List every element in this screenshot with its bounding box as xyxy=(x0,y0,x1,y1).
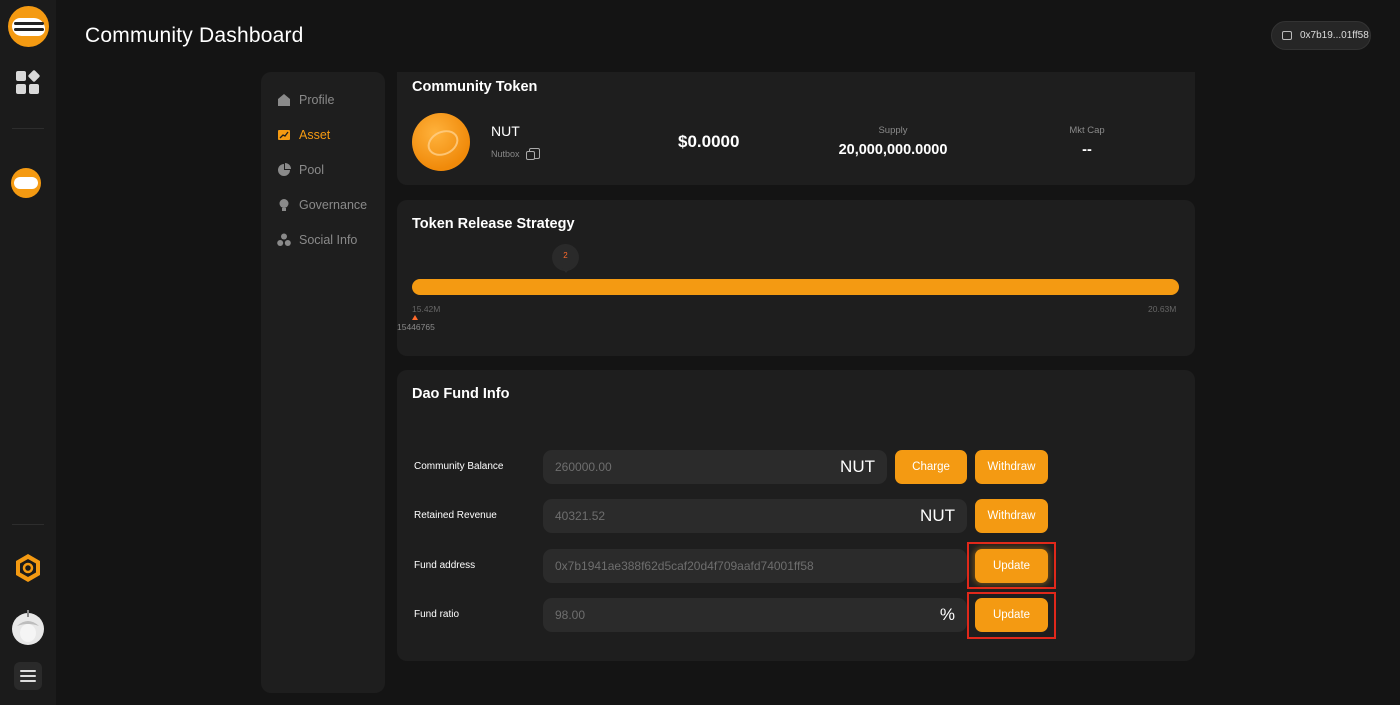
fund-ratio-label: Fund ratio xyxy=(414,609,460,620)
update-ratio-button[interactable]: Update xyxy=(975,598,1048,632)
dao-fund-card: Dao Fund Info Community Balance 260000.0… xyxy=(397,370,1195,661)
page-title: Community Dashboard xyxy=(85,24,304,47)
sidebar-item-governance[interactable]: Governance xyxy=(277,195,367,215)
card-title: Dao Fund Info xyxy=(412,386,510,402)
retained-revenue-label: Retained Revenue xyxy=(414,510,497,521)
mktcap-value: -- xyxy=(1082,142,1092,158)
release-max-label: 20.63M xyxy=(1148,304,1177,314)
fund-address-field[interactable]: 0x7b1941ae388f62d5caf20d4f709aafd74001ff… xyxy=(543,549,967,583)
supply-label: Supply xyxy=(878,125,908,136)
copy-icon[interactable] xyxy=(526,148,540,160)
share-icon xyxy=(277,233,291,246)
token-price: $0.0000 xyxy=(678,132,740,151)
rail-divider xyxy=(12,524,44,525)
sidebar-item-label: Profile xyxy=(299,93,335,107)
fund-ratio-unit: % xyxy=(939,605,955,624)
token-name: Nutbox xyxy=(491,149,520,159)
card-title: Community Token xyxy=(412,79,538,95)
token-symbol: NUT xyxy=(491,123,520,139)
token-release-card: Token Release Strategy 2 15.42M 20.63M 1… xyxy=(397,200,1195,356)
sidebar-item-label: Pool xyxy=(299,163,325,177)
mktcap-label: Mkt Cap xyxy=(1069,125,1105,136)
apps-grid-icon[interactable] xyxy=(16,69,41,95)
card-title: Token Release Strategy xyxy=(412,216,575,232)
sidebar-item-pool[interactable]: Pool xyxy=(277,160,324,180)
community-token-card: Community Token NUT Nutbox $0.0000 Suppl… xyxy=(397,72,1195,185)
retained-revenue-value: 40321.52 xyxy=(555,509,606,523)
wallet-address: 0x7b19...01ff58 xyxy=(1300,30,1369,41)
current-block-label: 15446765 xyxy=(397,322,435,332)
wallet-icon xyxy=(1282,31,1292,40)
sidebar-item-label: Asset xyxy=(299,128,331,142)
community-balance-field: 260000.00 NUT xyxy=(543,450,887,484)
community-balance-label: Community Balance xyxy=(414,461,504,472)
retained-revenue-unit: NUT xyxy=(920,506,955,525)
fund-address-label: Fund address xyxy=(414,560,476,571)
charge-button[interactable]: Charge xyxy=(895,450,967,484)
fund-ratio-value: 98.00 xyxy=(555,608,586,622)
update-address-button[interactable]: Update xyxy=(975,549,1048,583)
chart-icon xyxy=(278,130,290,140)
nutbox-logo-icon[interactable] xyxy=(8,6,49,47)
asset-sidenav: Profile Asset Pool Governance Social Inf… xyxy=(261,72,385,693)
pie-icon xyxy=(278,163,291,176)
release-stage-badge[interactable]: 2 xyxy=(552,244,579,273)
left-rail xyxy=(0,0,56,705)
withdraw-balance-button[interactable]: Withdraw xyxy=(975,450,1048,484)
bulb-icon xyxy=(279,199,289,211)
retained-revenue-field: 40321.52 NUT xyxy=(543,499,967,533)
sidebar-item-asset[interactable]: Asset xyxy=(277,125,330,145)
community-balance-unit: NUT xyxy=(840,457,875,476)
token-logo-icon xyxy=(412,113,470,171)
withdraw-revenue-button[interactable]: Withdraw xyxy=(975,499,1048,533)
release-min-label: 15.42M xyxy=(412,304,441,314)
acorn-avatar-icon[interactable] xyxy=(11,608,45,646)
sidebar-item-social-info[interactable]: Social Info xyxy=(277,230,357,250)
fund-address-value: 0x7b1941ae388f62d5caf20d4f709aafd74001ff… xyxy=(555,559,814,573)
community-avatar-icon[interactable] xyxy=(11,168,41,198)
sidebar-item-profile[interactable]: Profile xyxy=(277,90,334,110)
rail-divider xyxy=(12,128,44,129)
release-progress-bar xyxy=(412,279,1179,295)
menu-list-icon[interactable] xyxy=(14,662,42,690)
community-balance-value: 260000.00 xyxy=(555,460,612,474)
supply-value: 20,000,000.0000 xyxy=(838,142,948,158)
home-icon xyxy=(278,94,290,106)
fund-ratio-field[interactable]: 98.00 % xyxy=(543,598,967,632)
sidebar-item-label: Governance xyxy=(299,198,368,212)
sidebar-item-label: Social Info xyxy=(299,233,358,247)
hexagon-icon[interactable] xyxy=(12,552,44,584)
current-block-marker-icon xyxy=(412,315,418,320)
wallet-address-button[interactable]: 0x7b19...01ff58 xyxy=(1271,21,1371,50)
